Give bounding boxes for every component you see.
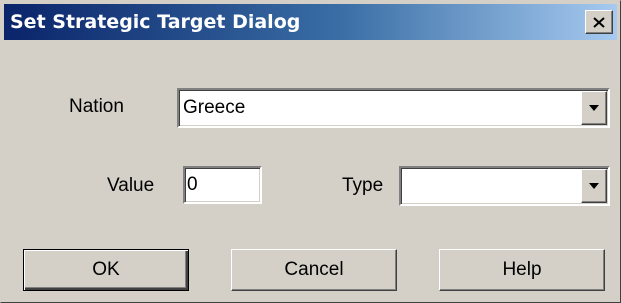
nation-dropdown-button[interactable]	[581, 91, 607, 125]
type-label: Type	[342, 175, 384, 196]
close-button[interactable]	[585, 10, 613, 34]
chevron-down-icon	[588, 99, 600, 117]
title-bar[interactable]: Set Strategic Target Dialog	[4, 4, 617, 40]
cancel-button[interactable]: Cancel	[231, 249, 397, 291]
chevron-down-icon	[588, 177, 600, 195]
value-label: Value	[107, 175, 155, 196]
set-strategic-target-dialog: Set Strategic Target Dialog Nation Greec…	[0, 0, 621, 303]
value-input[interactable]: 0	[183, 166, 262, 204]
value-input-text: 0	[187, 174, 198, 195]
nation-selected-value: Greece	[183, 97, 246, 118]
nation-label: Nation	[69, 96, 124, 117]
help-button[interactable]: Help	[439, 249, 605, 291]
ok-button[interactable]: OK	[23, 249, 189, 291]
nation-dropdown[interactable]: Greece	[177, 88, 610, 128]
type-dropdown[interactable]	[399, 166, 610, 206]
type-dropdown-button[interactable]	[581, 169, 607, 203]
close-icon	[593, 16, 605, 28]
window-title: Set Strategic Target Dialog	[10, 11, 301, 33]
